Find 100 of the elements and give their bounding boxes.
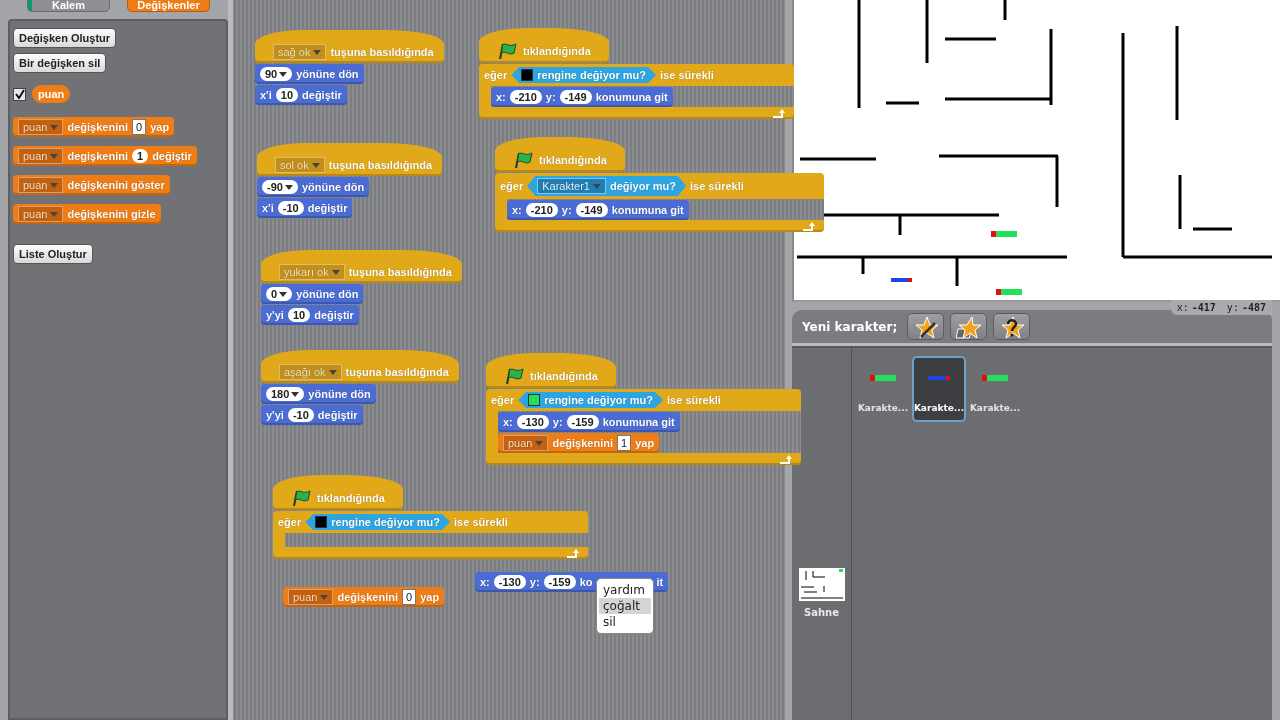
block-label: y: xyxy=(561,204,572,216)
color-swatch[interactable] xyxy=(315,516,328,528)
checkbox[interactable] xyxy=(13,87,26,101)
command-block[interactable]: x'i 10 değiştir xyxy=(255,85,347,105)
command-block[interactable]: puan degişkenini 1 değiştir xyxy=(13,146,197,166)
block-label: konumuna git xyxy=(602,416,675,428)
loop-arrow-icon xyxy=(565,548,580,558)
command-block[interactable]: puan değişkenini 0 yap xyxy=(283,587,445,607)
command-block[interactable]: y'yi -10 değiştir xyxy=(261,405,363,425)
block-label: rengine değiyor mu? xyxy=(537,69,647,81)
sprite-tile[interactable]: Karakte... xyxy=(912,356,966,422)
command-block[interactable]: 0 yönüne dön xyxy=(261,284,364,304)
dropdown-menu[interactable]: Karakter1 xyxy=(537,178,606,194)
flag-icon xyxy=(504,367,526,385)
command-block[interactable]: x: -130 y: -159 konumuna git xyxy=(498,412,680,432)
block-label: değişkenini xyxy=(67,121,128,133)
block-label: x: xyxy=(503,416,513,428)
loop-block[interactable]: eğer Karakter1 değiyor mu? ise sürekli x: -210 y: -149 konumuna git xyxy=(495,173,824,232)
sprite-drawing[interactable] xyxy=(996,289,1022,295)
block-label: yap xyxy=(150,121,170,133)
new-sprite-button[interactable] xyxy=(907,313,945,340)
block-label: yönüne dön xyxy=(296,68,359,80)
command-block[interactable]: y'yi 10 değiştir xyxy=(261,305,359,325)
block-label: yap xyxy=(420,591,440,603)
block-label: yönüne dön xyxy=(308,388,371,400)
coordinate-value: -417 xyxy=(1191,302,1216,313)
block-label: ise sürekli xyxy=(689,180,744,192)
color-swatch[interactable] xyxy=(521,69,534,81)
number-input[interactable]: 1 xyxy=(132,149,149,163)
number-input[interactable]: -10 xyxy=(287,408,314,422)
number-input[interactable]: 0 xyxy=(266,287,293,301)
new-sprite-button[interactable] xyxy=(950,313,988,340)
block-label: yönüne dön xyxy=(296,288,359,300)
number-input[interactable]: -130 xyxy=(516,415,549,429)
command-block[interactable]: -90 yönüne dön xyxy=(257,177,370,197)
command-block[interactable]: x: -210 y: -149 konumuna git xyxy=(507,200,689,220)
block-label: rengine değiyor mu? xyxy=(331,516,441,528)
block-label: değiştir xyxy=(307,202,348,214)
command-block[interactable]: x'i -10 değiştir xyxy=(257,198,353,218)
block-label: değişkenini xyxy=(337,591,398,603)
command-block[interactable]: x: -210 y: -149 konumuna git xyxy=(491,87,673,107)
sprite-name: Karakte... xyxy=(913,403,965,413)
block-label: y: xyxy=(552,416,563,428)
block-label: ise sürekli xyxy=(454,516,508,528)
block-label: y: xyxy=(545,91,556,103)
text-input[interactable]: 0 xyxy=(132,119,147,135)
block-label: x: xyxy=(496,91,506,103)
block-label: yönüne dön xyxy=(301,181,365,193)
menu-item[interactable]: çoğalt xyxy=(599,598,651,614)
number-input[interactable]: -130 xyxy=(493,575,526,589)
command-block[interactable]: puan değişkenini 1 yap xyxy=(498,433,660,453)
command-block[interactable]: 180 yönüne dön xyxy=(261,384,376,404)
flag-icon xyxy=(291,489,313,507)
number-input[interactable]: -149 xyxy=(559,90,592,104)
menu-item[interactable]: sil xyxy=(599,614,651,630)
block-label: tuşuna basıldığında xyxy=(348,266,452,278)
loop-block[interactable]: eğer rengine değiyor mu? ise sürekli x: -130 y: -159 konumuna git puan değişkenini 1 yap xyxy=(486,389,801,465)
number-input[interactable]: 10 xyxy=(287,308,311,322)
number-input[interactable]: 90 xyxy=(260,67,293,81)
text-input[interactable]: 0 xyxy=(402,589,417,605)
block-label: değişkenini gizle xyxy=(67,208,156,220)
block-label: değişkenini göster xyxy=(67,179,165,191)
command-block[interactable]: puan değişkenini 0 yap xyxy=(13,117,175,137)
stage-thumbnail[interactable] xyxy=(798,568,845,601)
palette-button[interactable]: Bir değişken sil xyxy=(13,53,107,73)
sprite-name: Karakte... xyxy=(969,403,1021,413)
number-input[interactable]: -10 xyxy=(277,201,304,215)
block-label: x'i xyxy=(262,202,274,214)
number-input[interactable]: -159 xyxy=(543,575,576,589)
number-input[interactable]: -90 xyxy=(262,180,298,194)
block-label: eğer xyxy=(278,516,302,528)
command-block[interactable]: 90 yönüne dön xyxy=(255,64,364,84)
number-input[interactable]: -210 xyxy=(509,90,542,104)
block-label: y: xyxy=(529,576,540,588)
block-label: ko xyxy=(579,576,593,588)
number-input[interactable]: -210 xyxy=(525,203,558,217)
number-input[interactable]: 180 xyxy=(266,387,305,401)
loop-block[interactable]: eğer rengine değiyor mu? ise sürekli x: -210 y: -149 konumuna git xyxy=(479,64,794,119)
coordinate-label: x: xyxy=(1176,302,1189,313)
sprite-tile[interactable]: Karakte... xyxy=(968,356,1022,422)
block-label: konumuna git xyxy=(611,204,684,216)
sprite-drawing[interactable] xyxy=(991,231,1017,237)
new-sprite-button[interactable] xyxy=(993,313,1031,340)
block-label: eğer xyxy=(484,69,508,81)
text-input[interactable]: 1 xyxy=(617,435,632,451)
number-input[interactable]: 10 xyxy=(275,88,299,102)
condition-block[interactable]: Karakter1 değiyor mu? xyxy=(527,176,686,196)
color-swatch[interactable] xyxy=(528,394,541,406)
sprite-tile[interactable]: Karakte... xyxy=(856,356,910,422)
block-label: x'i xyxy=(260,89,272,101)
block-label: degişkenini xyxy=(67,150,128,162)
palette-button[interactable]: Liste Oluştur xyxy=(13,244,93,264)
number-input[interactable]: -149 xyxy=(575,203,608,217)
number-input[interactable]: -159 xyxy=(566,415,599,429)
flag-icon xyxy=(513,151,535,169)
block-label: değiştir xyxy=(302,89,342,101)
palette-button[interactable]: Değişken Oluştur xyxy=(13,28,117,48)
block-label: tuşuna basıldığında xyxy=(330,46,434,58)
block-label: tuşuna basıldığında xyxy=(345,366,449,378)
new-sprite-label: Yeni karakter; xyxy=(802,319,898,334)
